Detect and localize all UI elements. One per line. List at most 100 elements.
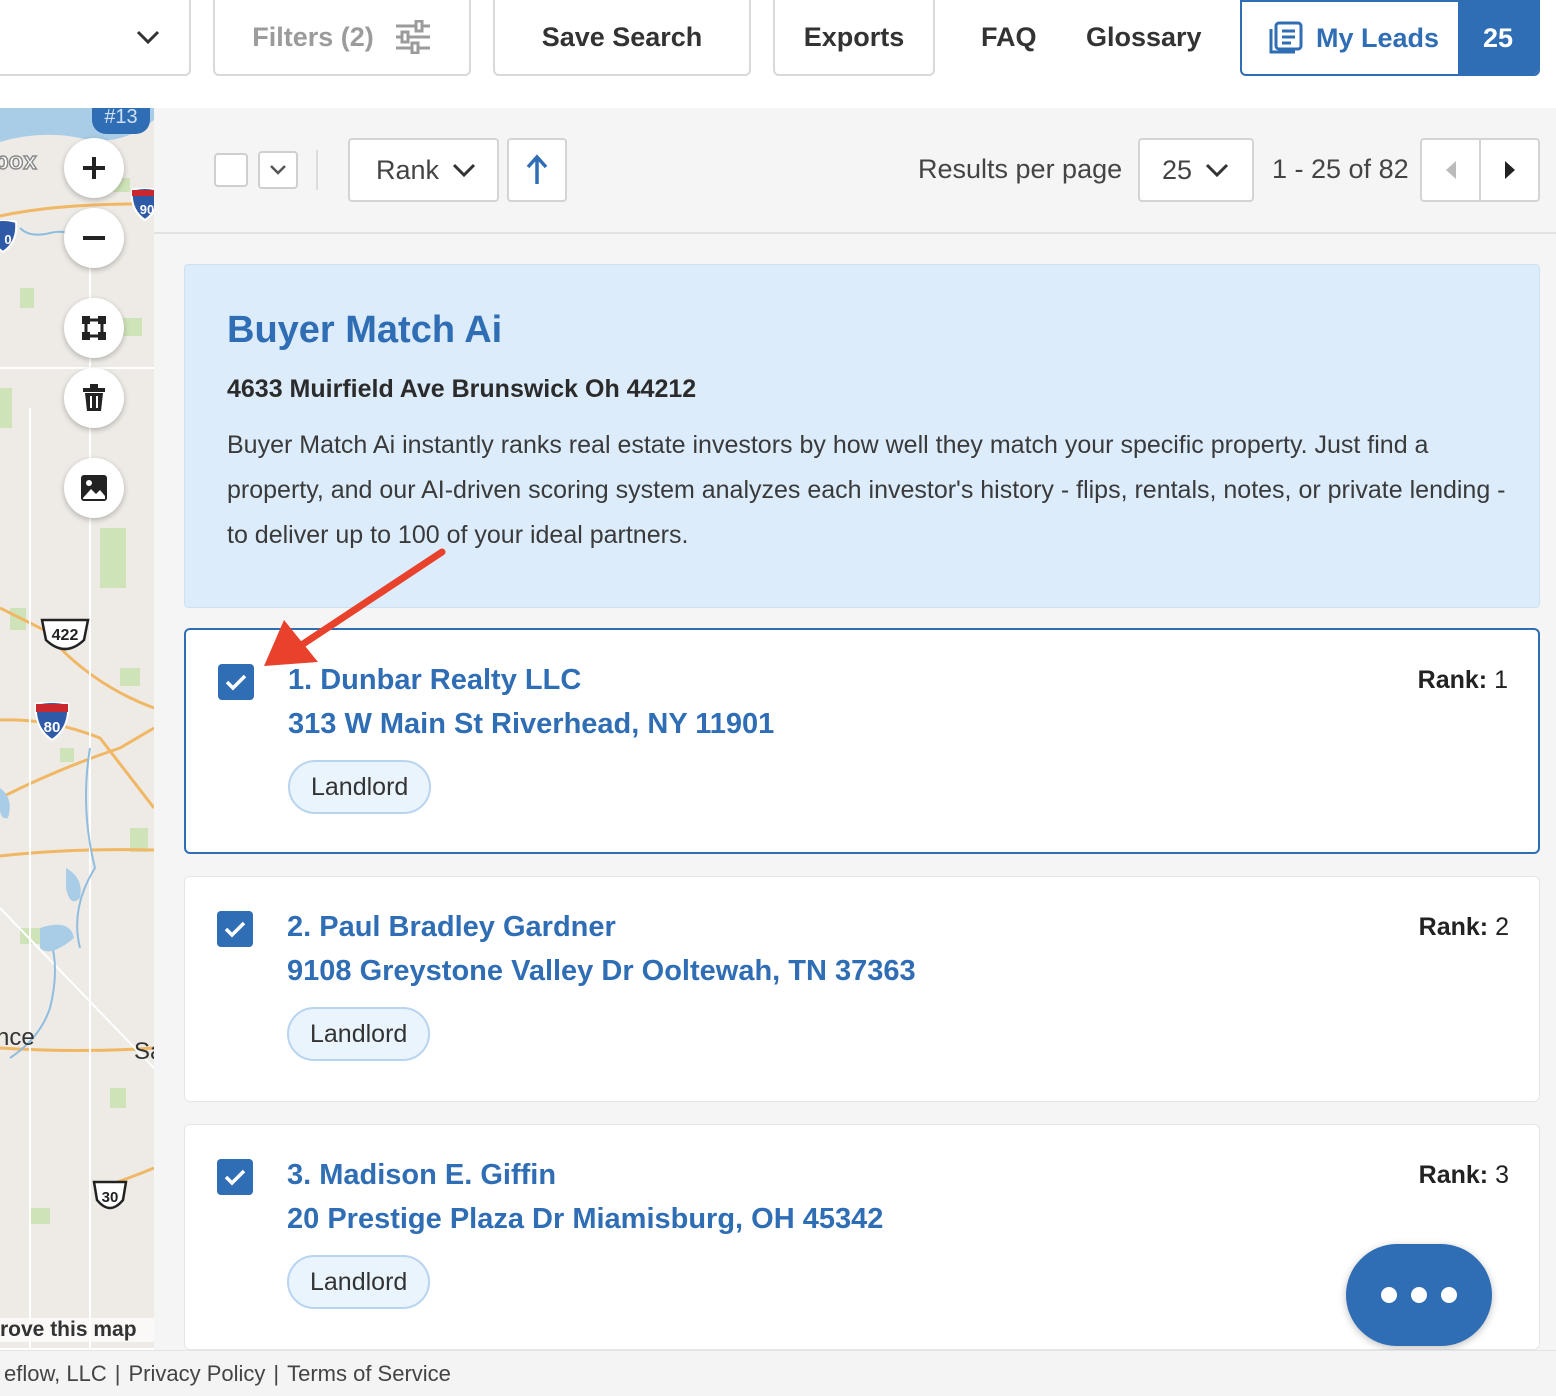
- terms-of-service-link[interactable]: Terms of Service: [287, 1361, 451, 1387]
- zoom-out-button[interactable]: [64, 208, 124, 268]
- my-leads-main: My Leads: [1242, 2, 1458, 74]
- rank-label: Rank:: [1418, 1161, 1489, 1189]
- results-panel: Rank Results per page 25 1 - 25 of 82 Bu…: [154, 108, 1556, 1350]
- svg-text:90: 90: [140, 202, 154, 217]
- us-422-shield: 422: [40, 618, 90, 651]
- results-toolbar: Rank Results per page 25 1 - 25 of 82: [154, 108, 1556, 234]
- result-rank: Rank: 1: [1418, 666, 1508, 695]
- rank-label: Rank:: [1418, 913, 1489, 941]
- results-range: 1 - 25 of 82: [1272, 154, 1409, 184]
- filters-button[interactable]: Filters (2): [213, 0, 471, 76]
- result-tag: Landlord: [288, 760, 432, 814]
- search-dropdown[interactable]: [0, 0, 191, 76]
- chevron-down-icon: [452, 163, 476, 178]
- trash-icon: [83, 384, 105, 411]
- toolbar-divider: [316, 150, 318, 190]
- sort-direction-button[interactable]: [507, 138, 567, 202]
- sliders-icon: [395, 20, 430, 54]
- buyer-match-banner: Buyer Match Ai 4633 Muirfield Ave Brunsw…: [184, 264, 1540, 608]
- sort-by-select[interactable]: Rank: [348, 138, 499, 202]
- ellipsis-dot: [1381, 1287, 1397, 1303]
- more-options-button[interactable]: [1346, 1244, 1492, 1346]
- top-bar: Filters (2) Save Search Exports FAQ Glos…: [0, 0, 1556, 108]
- select-all-checkbox[interactable]: [214, 153, 248, 187]
- result-rank: Rank: 2: [1419, 913, 1509, 942]
- map-background: [0, 108, 154, 1348]
- result-tag: Landlord: [287, 1255, 431, 1309]
- result-checkbox[interactable]: [217, 911, 253, 947]
- result-checkbox[interactable]: [217, 1159, 253, 1195]
- map-style-button[interactable]: [64, 458, 124, 518]
- map-place-label: Sa: [134, 1038, 154, 1065]
- chevron-down-icon: [1205, 163, 1229, 178]
- svg-text:80: 80: [44, 719, 61, 736]
- minus-icon: [83, 236, 105, 240]
- zoom-in-button[interactable]: [64, 138, 124, 198]
- privacy-policy-link[interactable]: Privacy Policy: [128, 1361, 265, 1387]
- save-search-button[interactable]: Save Search: [493, 0, 751, 76]
- arrow-up-icon: [526, 154, 548, 184]
- banner-title: Buyer Match Ai: [227, 309, 503, 351]
- footer-company: eflow, LLC: [4, 1360, 107, 1386]
- result-name-link[interactable]: 3. Madison E. Giffin: [287, 1159, 556, 1192]
- svg-text:30: 30: [102, 1189, 119, 1206]
- map-place-label: nce: [0, 1024, 35, 1051]
- footer-separator: |: [273, 1360, 280, 1386]
- ellipsis-dot: [1411, 1287, 1427, 1303]
- next-page-button[interactable]: [1481, 140, 1538, 200]
- image-icon: [81, 475, 107, 501]
- result-rank: Rank: 3: [1419, 1161, 1509, 1190]
- draw-shape-button[interactable]: [64, 298, 124, 358]
- result-card[interactable]: 3. Madison E. Giffin 20 Prestige Plaza D…: [184, 1124, 1540, 1350]
- caret-left-icon: [1445, 161, 1456, 179]
- rank-value: 2: [1495, 913, 1509, 941]
- my-leads-label: My Leads: [1316, 22, 1440, 53]
- result-address[interactable]: 313 W Main St Riverhead, NY 11901: [288, 708, 774, 741]
- checkmark-icon: [225, 674, 247, 691]
- results-per-page-select[interactable]: 25: [1138, 138, 1254, 202]
- banner-property-address: 4633 Muirfield Ave Brunswick Oh 44212: [227, 375, 697, 403]
- interstate-90-shield: 90: [130, 188, 154, 222]
- footer-separator: |: [114, 1360, 121, 1386]
- result-name-link[interactable]: 1. Dunbar Realty LLC: [288, 664, 581, 697]
- banner-description: Buyer Match Ai instantly ranks real esta…: [227, 431, 1506, 549]
- svg-text:422: 422: [52, 627, 79, 644]
- exports-button[interactable]: Exports: [773, 0, 935, 76]
- footer: eflow, LLC | Privacy Policy | Terms of S…: [0, 1350, 1556, 1396]
- rank-value: 3: [1495, 1161, 1509, 1189]
- filters-label: Filters (2): [252, 21, 374, 52]
- ellipsis-dot: [1441, 1287, 1457, 1303]
- chevron-down-icon: [270, 165, 286, 175]
- previous-page-button[interactable]: [1422, 140, 1481, 200]
- pagination: [1420, 138, 1540, 202]
- improve-map-link[interactable]: rove this map: [0, 1318, 154, 1342]
- interstate-80-shield: 80: [34, 702, 70, 742]
- result-card[interactable]: 1. Dunbar Realty LLC 313 W Main St River…: [184, 628, 1540, 854]
- map-provider-logo: box: [0, 147, 37, 176]
- results-per-page-label: Results per page: [918, 154, 1123, 184]
- delete-shape-button[interactable]: [64, 368, 124, 428]
- list-document-icon: [1269, 21, 1303, 54]
- select-options-dropdown[interactable]: [258, 151, 298, 189]
- map-marker-badge[interactable]: #13: [92, 108, 150, 134]
- rank-label: Rank:: [1417, 666, 1488, 694]
- result-card[interactable]: 2. Paul Bradley Gardner 9108 Greystone V…: [184, 876, 1540, 1102]
- sort-by-value: Rank: [376, 154, 440, 185]
- result-address[interactable]: 9108 Greystone Valley Dr Ooltewah, TN 37…: [287, 955, 916, 988]
- svg-text:0: 0: [4, 232, 11, 247]
- map-panel[interactable]: #13 box 90 0 422 80 30 nce S: [0, 108, 154, 1348]
- interstate-shield-partial: 0: [0, 220, 18, 254]
- draw-polygon-icon: [82, 316, 106, 340]
- my-leads-button[interactable]: My Leads 25: [1240, 0, 1540, 76]
- checkmark-icon: [224, 1169, 246, 1186]
- faq-link[interactable]: FAQ: [981, 22, 1037, 53]
- chevron-down-icon: [136, 30, 160, 45]
- result-address[interactable]: 20 Prestige Plaza Dr Miamisburg, OH 4534…: [287, 1203, 883, 1236]
- plus-icon: [83, 157, 105, 179]
- result-checkbox[interactable]: [218, 664, 254, 700]
- glossary-link[interactable]: Glossary: [1086, 22, 1202, 53]
- caret-right-icon: [1504, 161, 1515, 179]
- result-name-link[interactable]: 2. Paul Bradley Gardner: [287, 911, 616, 944]
- us-30-shield: 30: [92, 1180, 128, 1210]
- my-leads-count: 25: [1458, 2, 1538, 74]
